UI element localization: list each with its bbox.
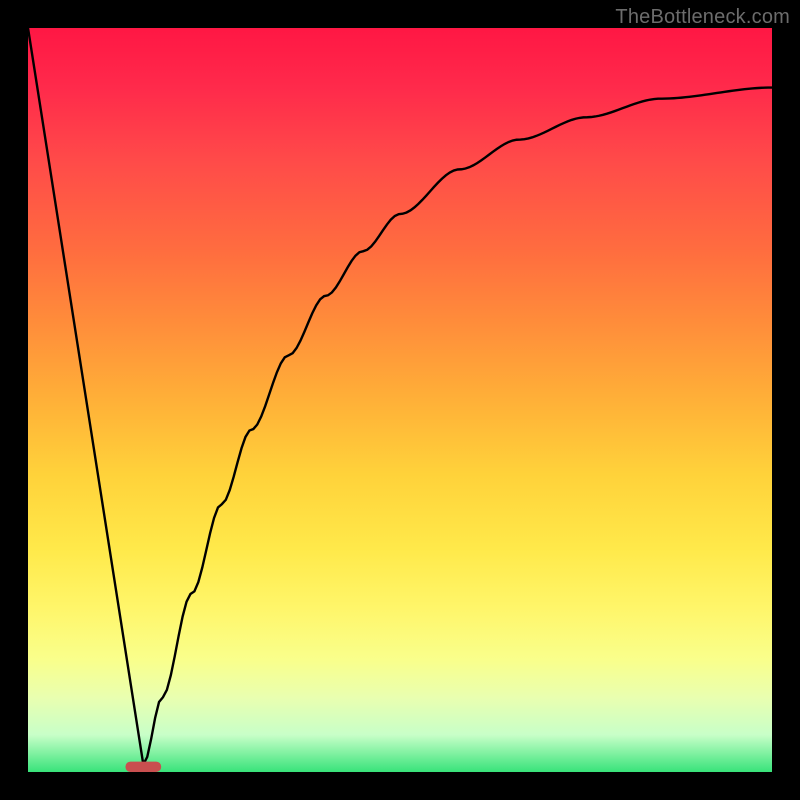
plot-area [28,28,772,772]
curve-layer [28,28,772,772]
watermark-text: TheBottleneck.com [615,6,790,29]
right-curve-branch [143,88,772,765]
chart-frame: TheBottleneck.com [0,0,800,800]
left-v-branch [28,28,143,765]
minimum-marker [125,762,161,772]
